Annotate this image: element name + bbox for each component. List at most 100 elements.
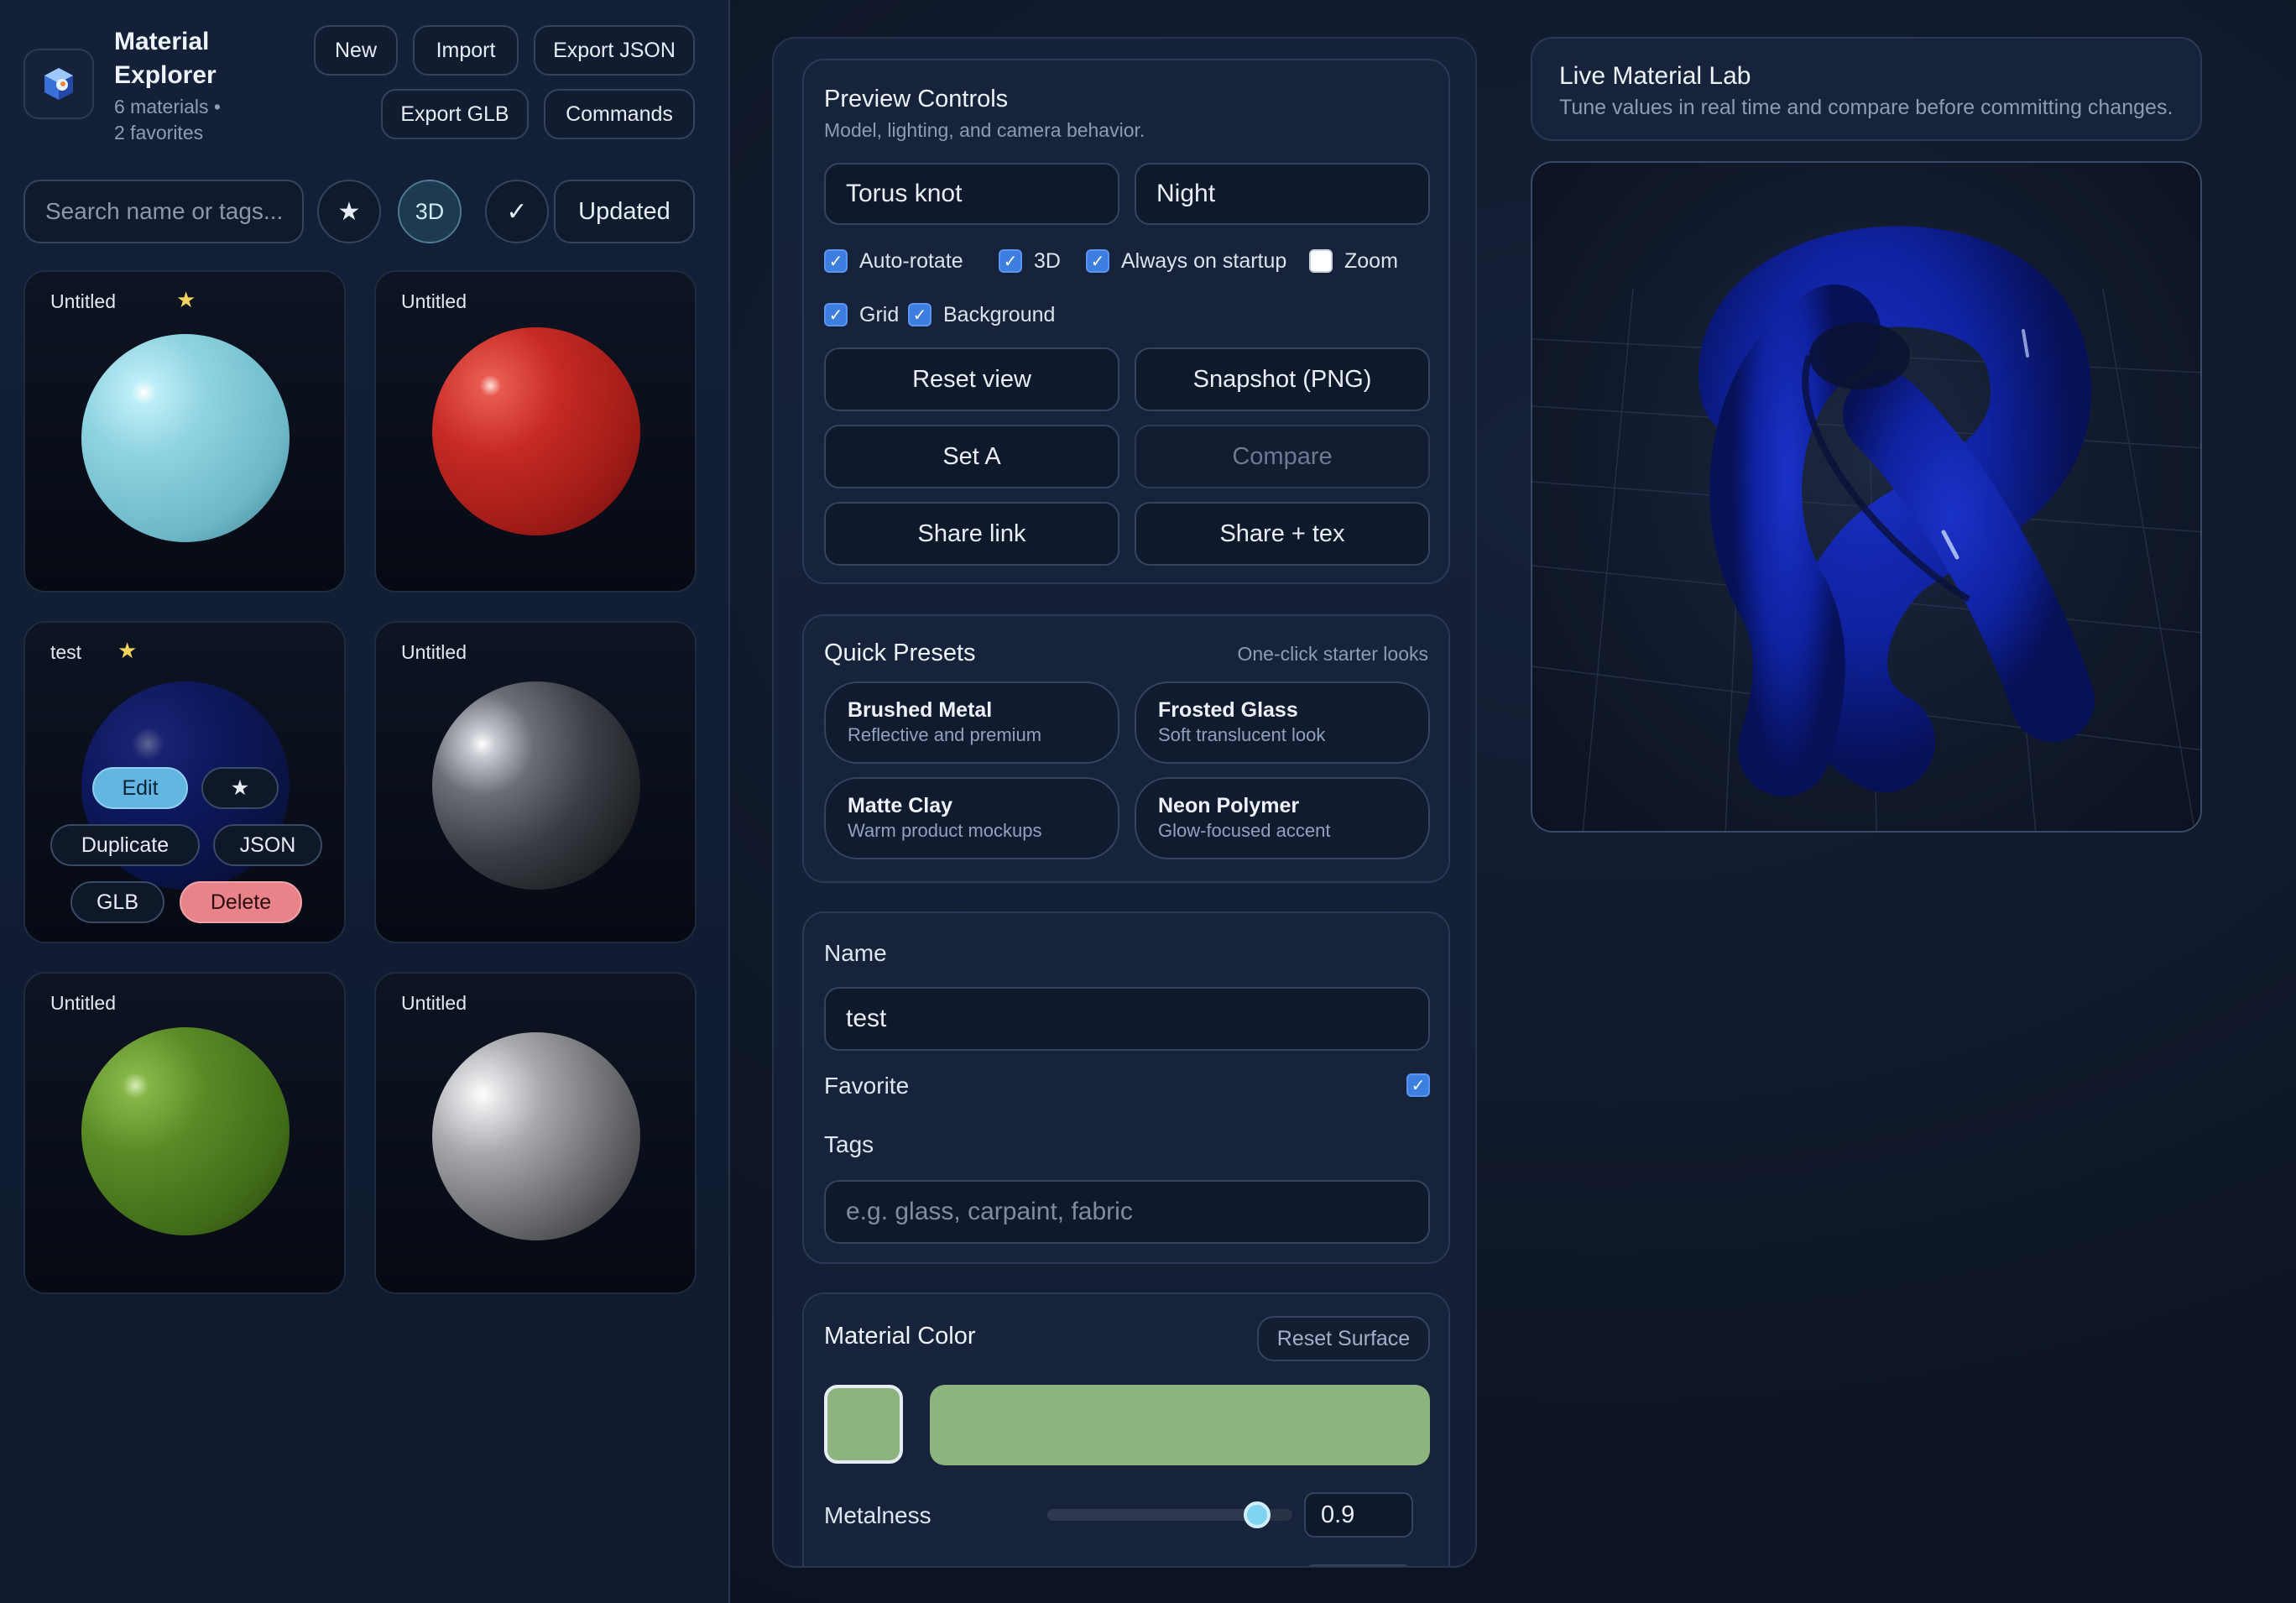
- app-stats: 6 materials • 2 favorites: [114, 94, 282, 146]
- check-icon: ✓: [506, 197, 528, 226]
- grid-checkbox[interactable]: ✓ Grid: [824, 300, 899, 329]
- card-name: Untitled: [401, 290, 467, 312]
- star-icon: ★: [230, 776, 250, 800]
- material-preview-sphere: [81, 1027, 290, 1235]
- lab-subtitle: Tune values in real time and compare bef…: [1559, 96, 2173, 119]
- checkbox-checked-icon: ✓: [1406, 1073, 1430, 1097]
- app-logo: [23, 49, 94, 119]
- preset-frosted-glass[interactable]: Frosted Glass Soft translucent look: [1135, 681, 1430, 764]
- material-card[interactable]: Untitled: [374, 972, 697, 1294]
- auto-rotate-checkbox[interactable]: ✓ Auto-rotate: [824, 247, 963, 275]
- 3d-preview-viewport[interactable]: [1531, 161, 2202, 833]
- metalness-slider[interactable]: [1047, 1501, 1292, 1528]
- set-a-button[interactable]: Set A: [824, 425, 1119, 488]
- sidebar: Material Explorer 6 materials • 2 favori…: [0, 0, 730, 1603]
- check-filter-button[interactable]: ✓: [485, 180, 549, 243]
- roughness-value-input[interactable]: [1304, 1564, 1413, 1566]
- name-input[interactable]: [824, 987, 1430, 1051]
- metalness-value-input[interactable]: 0.9: [1304, 1492, 1413, 1538]
- metalness-label: Metalness: [824, 1502, 931, 1528]
- checkbox-unchecked-icon: [1309, 249, 1333, 273]
- material-details-panel: Name Favorite ✓ Tags: [802, 911, 1450, 1264]
- metalness-value: 0.9: [1321, 1501, 1355, 1528]
- material-preview-sphere: [432, 681, 640, 890]
- material-preview-sphere: [432, 1032, 640, 1240]
- share-tex-button[interactable]: Share + tex: [1135, 502, 1430, 566]
- 3d-checkbox[interactable]: ✓ 3D: [999, 247, 1061, 275]
- checkbox-checked-icon: ✓: [999, 249, 1022, 273]
- preview-controls-panel: Preview Controls Model, lighting, and ca…: [802, 59, 1450, 584]
- materials-count: 6 materials •: [114, 96, 221, 117]
- app-title: Material Explorer: [114, 28, 217, 89]
- export-glb-button[interactable]: Export GLB: [381, 89, 529, 139]
- metalness-slider-thumb[interactable]: [1244, 1501, 1271, 1528]
- material-color-title: Material Color: [824, 1323, 976, 1350]
- metalness-slider-fill: [1047, 1509, 1257, 1521]
- preset-brushed-metal[interactable]: Brushed Metal Reflective and premium: [824, 681, 1119, 764]
- preset-title: Frosted Glass: [1158, 698, 1298, 722]
- checkbox-checked-icon: ✓: [908, 303, 931, 326]
- material-card[interactable]: Untitled ★: [23, 270, 346, 593]
- environment-select[interactable]: Night: [1135, 163, 1430, 225]
- preset-description: Reflective and premium: [848, 724, 1042, 745]
- preset-description: Glow-focused accent: [1158, 820, 1331, 841]
- material-card[interactable]: test ★ Edit ★ Duplicate JSON GLB Delete: [23, 621, 346, 943]
- 3d-scene: [1532, 226, 2200, 831]
- glb-export-button[interactable]: GLB: [70, 881, 164, 923]
- favorites-count: 2 favorites: [114, 122, 204, 144]
- sort-updated-button[interactable]: Updated: [554, 180, 695, 243]
- background-checkbox[interactable]: ✓ Background: [908, 300, 1055, 329]
- editor-column: Preview Controls Model, lighting, and ca…: [772, 37, 1477, 1568]
- checkbox-checked-icon: ✓: [824, 303, 848, 326]
- export-json-button[interactable]: Export JSON: [534, 25, 695, 76]
- preset-title: Brushed Metal: [848, 698, 993, 722]
- tags-label: Tags: [824, 1131, 874, 1157]
- preset-description: Warm product mockups: [848, 820, 1042, 841]
- environment-select-value: Night: [1156, 180, 1216, 207]
- favorite-checkbox[interactable]: ✓: [1406, 1071, 1430, 1099]
- snapshot-button[interactable]: Snapshot (PNG): [1135, 347, 1430, 411]
- favorite-toggle-button[interactable]: ★: [201, 767, 279, 809]
- reset-surface-button[interactable]: Reset Surface: [1257, 1316, 1430, 1361]
- favorite-label: Favorite: [824, 1073, 910, 1099]
- material-card[interactable]: Untitled: [374, 621, 697, 943]
- favorites-filter-button[interactable]: ★: [317, 180, 381, 243]
- new-button[interactable]: New: [314, 25, 398, 76]
- model-select-value: Torus knot: [846, 180, 963, 207]
- delete-button[interactable]: Delete: [180, 881, 302, 923]
- material-color-panel: Material Color Reset Surface Metalness 0…: [802, 1292, 1450, 1566]
- cube-logo-icon: [44, 68, 73, 100]
- preset-title: Matte Clay: [848, 794, 953, 817]
- color-swatch[interactable]: [824, 1385, 903, 1464]
- material-preview-sphere: [432, 327, 640, 535]
- model-select[interactable]: Torus knot: [824, 163, 1119, 225]
- grid-label: Grid: [859, 302, 900, 326]
- search-input[interactable]: [23, 180, 304, 243]
- edit-button[interactable]: Edit: [92, 767, 188, 809]
- compare-button[interactable]: Compare: [1135, 425, 1430, 488]
- card-name: Untitled: [401, 992, 467, 1014]
- tags-input[interactable]: [824, 1180, 1430, 1244]
- card-name: Untitled: [50, 992, 116, 1014]
- quick-presets-subtitle: One-click starter looks: [1237, 643, 1428, 665]
- reset-view-button[interactable]: Reset view: [824, 347, 1119, 411]
- lab-header: Live Material Lab Tune values in real ti…: [1531, 37, 2202, 141]
- duplicate-button[interactable]: Duplicate: [50, 824, 200, 866]
- material-card[interactable]: Untitled: [374, 270, 697, 593]
- always-on-startup-checkbox[interactable]: ✓ Always on startup: [1086, 247, 1286, 275]
- material-card[interactable]: Untitled: [23, 972, 346, 1294]
- share-link-button[interactable]: Share link: [824, 502, 1119, 566]
- card-name: Untitled: [50, 290, 116, 312]
- color-picker-bar[interactable]: [930, 1385, 1430, 1465]
- preset-matte-clay[interactable]: Matte Clay Warm product mockups: [824, 777, 1119, 859]
- import-button[interactable]: Import: [413, 25, 519, 76]
- always-on-startup-label: Always on startup: [1121, 248, 1287, 273]
- 3d-filter-button[interactable]: 3D: [398, 180, 462, 243]
- preview-controls-title: Preview Controls: [824, 86, 1009, 112]
- checkbox-checked-icon: ✓: [1086, 249, 1109, 273]
- zoom-checkbox[interactable]: Zoom: [1309, 247, 1398, 275]
- preset-neon-polymer[interactable]: Neon Polymer Glow-focused accent: [1135, 777, 1430, 859]
- json-export-button[interactable]: JSON: [213, 824, 322, 866]
- commands-button[interactable]: Commands: [544, 89, 695, 139]
- zoom-label: Zoom: [1344, 248, 1398, 273]
